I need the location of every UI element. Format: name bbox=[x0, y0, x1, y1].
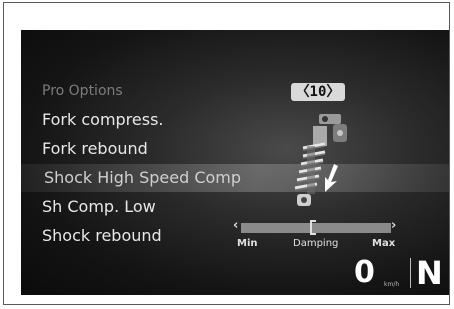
speed-readout: 0 bbox=[354, 255, 375, 290]
damping-slider-thumb[interactable] bbox=[310, 220, 316, 235]
menu-item-fork-compress[interactable]: Fork compress. bbox=[42, 110, 164, 129]
menu-item-shock-high-speed-comp[interactable]: Shock High Speed Comp bbox=[44, 168, 241, 187]
figure-frame: Pro Options Fork compress. Fork rebound … bbox=[3, 2, 450, 305]
dashboard-screen: Pro Options Fork compress. Fork rebound … bbox=[21, 30, 449, 295]
menu-item-shock-rebound[interactable]: Shock rebound bbox=[42, 226, 162, 245]
slider-min-label: Min bbox=[237, 238, 258, 249]
slider-right-chevron[interactable]: › bbox=[391, 218, 396, 233]
down-arrow-icon bbox=[325, 164, 338, 192]
damping-slider-track[interactable] bbox=[241, 223, 391, 233]
slider-left-chevron[interactable]: ‹ bbox=[233, 218, 238, 233]
slider-damping-label: Damping bbox=[293, 238, 339, 249]
menu-header: Pro Options bbox=[42, 83, 123, 99]
slider-max-label: Max bbox=[372, 238, 396, 249]
menu-item-fork-rebound[interactable]: Fork rebound bbox=[42, 139, 148, 158]
menu-item-sh-comp-low[interactable]: Sh Comp. Low bbox=[42, 197, 156, 216]
gear-indicator: N bbox=[416, 254, 443, 292]
speed-unit: km/h bbox=[384, 281, 400, 288]
setting-value-box[interactable]: 〈10〉 bbox=[291, 83, 345, 101]
status-divider bbox=[410, 258, 411, 288]
